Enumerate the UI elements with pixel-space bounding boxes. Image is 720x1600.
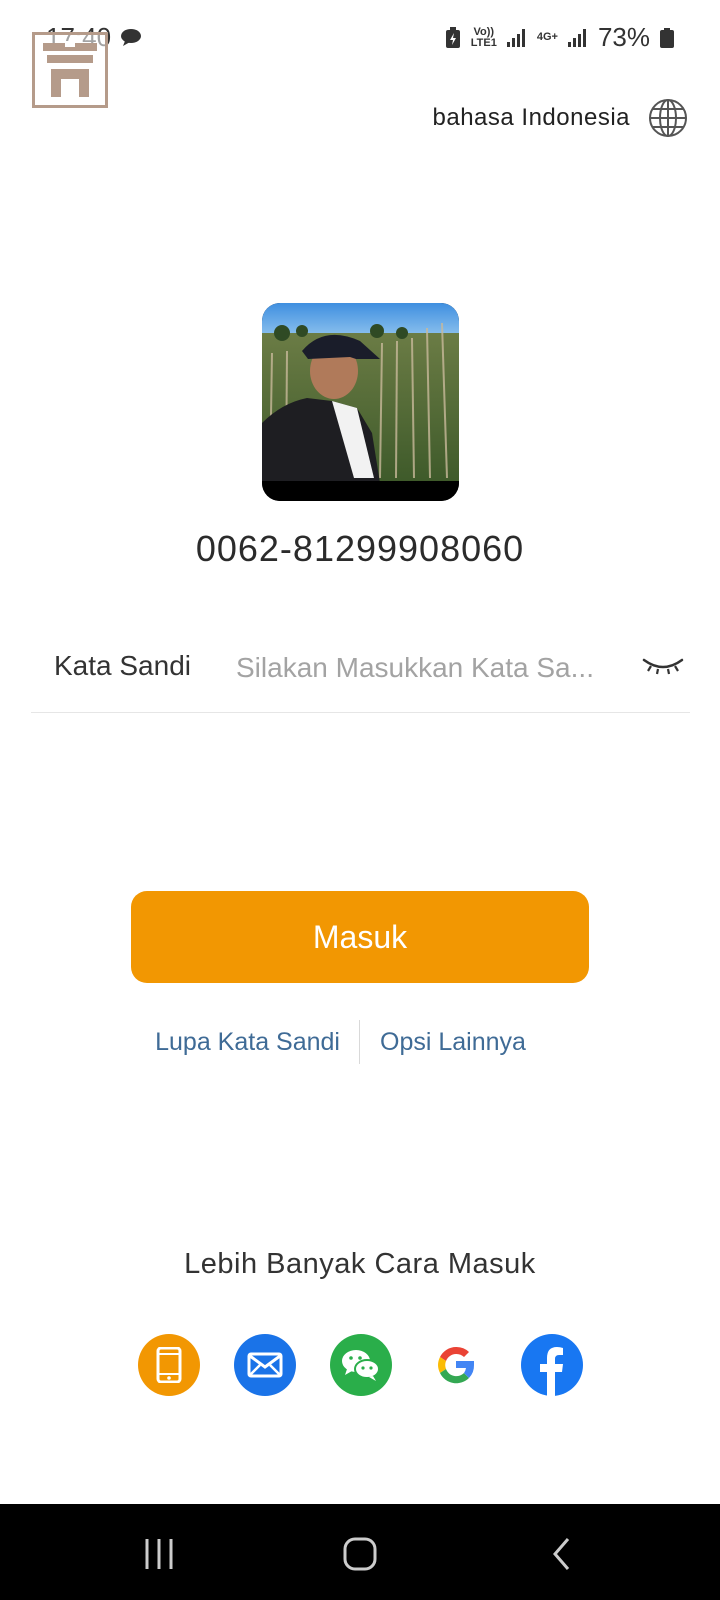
status-icons: Vo)) LTE1 4G+ 73%: [445, 22, 674, 53]
battery-percent: 73%: [597, 22, 650, 52]
password-label: Kata Sandi: [54, 650, 191, 681]
back-icon[interactable]: [543, 1534, 583, 1574]
phone-icon: [156, 1347, 182, 1383]
network-type-label: 4G+: [536, 31, 558, 43]
globe-icon: [649, 99, 687, 137]
language-label: bahasa Indonesia: [432, 104, 630, 131]
more-options-link[interactable]: Opsi Lainnya: [380, 1028, 526, 1057]
facebook-login-button[interactable]: [521, 1334, 583, 1396]
avatar-photo: [262, 303, 459, 501]
eye-closed-icon[interactable]: [642, 652, 684, 678]
recent-apps-icon[interactable]: [139, 1534, 179, 1574]
account-phone-number: 0062-81299908060: [195, 528, 525, 569]
wechat-icon: [342, 1350, 380, 1381]
volte-lte-label: Vo)) LTE1: [470, 25, 497, 49]
wechat-login-button[interactable]: [330, 1334, 392, 1396]
app-logo: [32, 32, 108, 108]
signal-icon: [506, 28, 525, 47]
system-nav-bar: [0, 1504, 720, 1600]
mail-icon: [247, 1352, 283, 1378]
google-icon: [438, 1346, 475, 1384]
language-selector[interactable]: bahasa Indonesia: [433, 96, 689, 140]
phone-login-button[interactable]: [138, 1334, 200, 1396]
user-avatar: [262, 303, 459, 501]
forgot-password-link[interactable]: Lupa Kata Sandi: [155, 1028, 340, 1057]
home-icon[interactable]: [340, 1534, 380, 1574]
login-button[interactable]: Masuk: [131, 891, 589, 983]
google-login-button[interactable]: [425, 1334, 487, 1396]
chat-notification-icon: [121, 29, 141, 46]
password-row: Kata Sandi: [31, 628, 690, 713]
status-bar: 17:40 Vo))LTE1: [0, 0, 720, 108]
battery-icon: [660, 27, 674, 48]
facebook-icon: [540, 1347, 563, 1396]
password-input[interactable]: [236, 648, 629, 688]
social-login-row: [0, 1334, 720, 1396]
login-screen: 17:40 Vo))LTE1: [0, 0, 720, 1600]
more-login-methods-title: Lebih Banyak Cara Masuk: [184, 1248, 536, 1280]
secondary-links: Lupa Kata Sandi Opsi Lainnya: [0, 1020, 720, 1066]
links-divider: [359, 1020, 360, 1064]
battery-saver-icon: [445, 26, 460, 48]
app-logo-icon: [43, 41, 97, 97]
signal-icon-2: [567, 28, 586, 47]
email-login-button[interactable]: [234, 1334, 296, 1396]
